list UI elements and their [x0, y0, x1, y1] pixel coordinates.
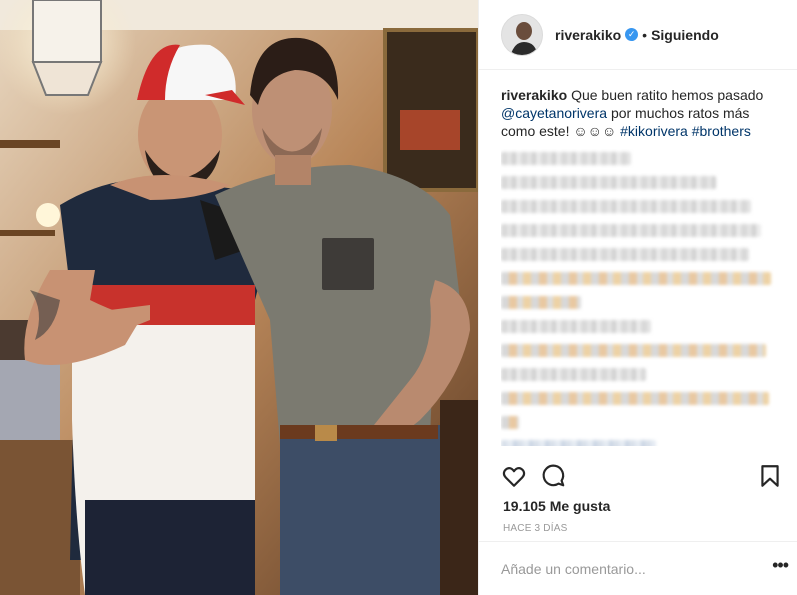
- likes-count[interactable]: 19.105 Me gusta: [503, 498, 610, 514]
- blurred-text: [501, 176, 716, 189]
- more-options-icon[interactable]: •••: [772, 556, 789, 574]
- add-comment-bar: •••: [479, 541, 797, 595]
- post-caption: riverakiko Que buen ratito hemos pasado …: [501, 86, 783, 140]
- blurred-text: [501, 368, 646, 381]
- blurred-text: [501, 392, 769, 405]
- bookmark-icon[interactable]: [757, 463, 783, 489]
- post-photo[interactable]: [0, 0, 478, 595]
- blurred-comment: [501, 320, 783, 429]
- blurred-text: [501, 416, 519, 429]
- comment-bubble-icon[interactable]: [541, 463, 567, 489]
- comment-input[interactable]: [501, 542, 751, 595]
- blurred-text: [501, 248, 749, 261]
- separator-dot: •: [642, 26, 648, 43]
- photo-illustration: [0, 0, 478, 595]
- blurred-text: [501, 440, 656, 446]
- heart-outline-icon[interactable]: [501, 463, 527, 489]
- blurred-text: [501, 224, 761, 237]
- caption-hashtag-brothers[interactable]: #brothers: [692, 123, 751, 139]
- caption-mention-link[interactable]: @cayetanorivera: [501, 105, 607, 121]
- post-side-panel: riverakiko ✓ • Siguiendo riverakiko Que …: [478, 0, 797, 595]
- blurred-text: [501, 200, 751, 213]
- post-actions: [501, 463, 783, 489]
- blurred-comment: [501, 440, 783, 446]
- blurred-text: [501, 272, 771, 285]
- blurred-text: [501, 296, 581, 309]
- caption-hashtag-kikorivera[interactable]: #kikorivera: [620, 123, 688, 139]
- avatar-image: [502, 14, 542, 55]
- blurred-text: [501, 320, 651, 333]
- blurred-text: [501, 344, 766, 357]
- avatar[interactable]: [501, 13, 543, 56]
- comments-list[interactable]: riverakiko Que buen ratito hemos pasado …: [501, 86, 783, 446]
- post-header: riverakiko ✓ • Siguiendo: [479, 0, 797, 70]
- blurred-comment: [501, 176, 783, 309]
- blurred-text: [501, 152, 631, 165]
- post-timestamp: HACE 3 DÍAS: [503, 523, 568, 534]
- follow-status-button[interactable]: Siguiendo: [651, 27, 719, 43]
- post-username[interactable]: riverakiko: [555, 27, 621, 43]
- caption-text-1: Que buen ratito hemos pasado: [571, 87, 764, 103]
- caption-username[interactable]: riverakiko: [501, 87, 567, 103]
- verified-badge-icon: ✓: [625, 28, 639, 41]
- blurred-comment: [501, 152, 783, 165]
